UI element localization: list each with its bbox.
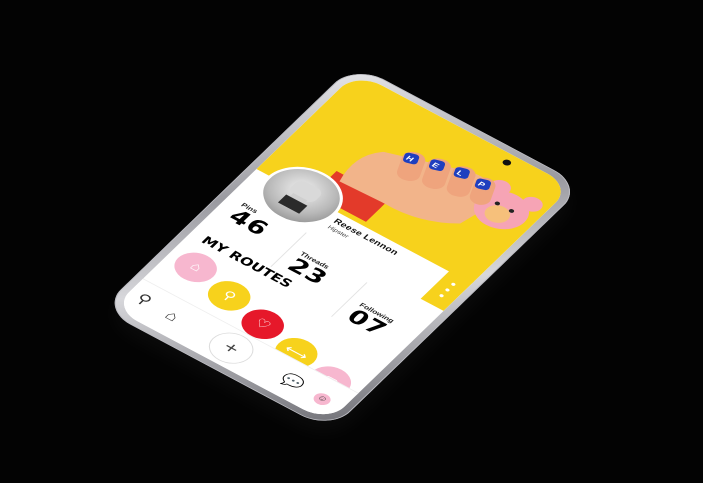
heart-icon: ♡	[251, 316, 274, 333]
more-dot-icon	[450, 282, 457, 287]
more-dot-icon	[438, 293, 445, 298]
emoji-avatar-icon[interactable]: ☺	[310, 390, 334, 408]
fist-icon	[277, 181, 322, 214]
stat-following[interactable]: Following 07	[341, 302, 396, 341]
stat-following-value: 07	[341, 305, 393, 341]
home-nav-icon[interactable]: ⌂	[161, 308, 182, 325]
more-dot-icon	[444, 287, 451, 293]
pin-icon[interactable]: ⚲	[132, 291, 156, 309]
chat-icon[interactable]: 💬	[276, 371, 309, 393]
home-icon: ⌂	[186, 260, 206, 275]
stat-pins-value: 46	[222, 205, 275, 241]
bike-icon: ⚲	[218, 288, 240, 304]
